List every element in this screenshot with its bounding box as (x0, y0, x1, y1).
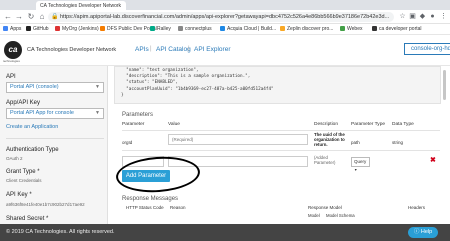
app-key-label: App/API Key (6, 100, 41, 106)
col-response-model: Response Model (308, 205, 342, 210)
apps-icon (3, 26, 8, 31)
sidebar-divider (6, 138, 104, 139)
lock-icon: 🔒 (51, 14, 59, 20)
address-bar: ← → ↻ ⌂ 🔒 https://apim.apiportal-lab.dis… (0, 10, 450, 24)
create-application-link[interactable]: Create an Application (6, 124, 58, 130)
model-tab[interactable]: Model (308, 213, 320, 218)
bookmark-ralley[interactable]: Ralley (150, 26, 171, 33)
footer: © 2019 CA Technologies. All rights reser… (0, 224, 450, 241)
grant-type-label: Grant Type * (6, 169, 40, 175)
auth-type-label: Authentication Type (6, 147, 59, 153)
help-icon: ⓘ (413, 229, 420, 235)
copyright-text: © 2019 CA Technologies. All rights reser… (6, 229, 115, 235)
remove-param-icon[interactable]: ✖ (430, 156, 436, 164)
app-key-select-value: Portal API App for console (10, 110, 74, 116)
table-divider (122, 130, 440, 131)
extension-icon[interactable]: ◆ (418, 12, 427, 22)
star-icon[interactable]: ☆ (398, 12, 407, 22)
param-type: path (351, 140, 360, 145)
col-value: Value (168, 122, 180, 127)
shared-secret-label: Shared Secret * (6, 216, 49, 222)
bookmark-connectplus[interactable]: connectplus (178, 26, 212, 33)
org-selector[interactable]: console-org-hdevage (404, 43, 450, 55)
ca-logo-subtitle: technologies (3, 59, 20, 63)
bookmark-ca-portal[interactable]: ca developer portal (372, 26, 422, 33)
zeplin-icon (280, 26, 285, 31)
col-data-type: Data Type (392, 122, 414, 127)
json-line: } (121, 92, 124, 98)
response-body: "name": "test organization", "descriptio… (114, 66, 441, 104)
added-param-description: (Added Parameter) (314, 155, 336, 165)
profile-icon[interactable]: ● (428, 12, 437, 22)
nav-apis[interactable]: APIs (135, 46, 149, 53)
bookmark-zeplin[interactable]: Zeplin discover pro... (280, 26, 333, 33)
webex-icon (340, 26, 345, 31)
api-key-value: a9f636f8e41fe40e1b7c902b27d17ae92 (6, 202, 85, 207)
parameters-title: Parameters (122, 112, 154, 118)
auth-type-value: OAuth 2 (6, 156, 23, 161)
bookmarks-bar: Apps GitHub MyOrg (Jenkins) DFS Public D… (0, 24, 450, 35)
browser-tab[interactable]: CA Technologies Developer Network (36, 1, 126, 10)
param-description: The uuid of the organization to return. (314, 132, 345, 147)
forward-icon[interactable]: → (14, 12, 24, 22)
param-type-select[interactable]: Query ▼ (351, 157, 370, 172)
menu-icon[interactable]: ⋮ (439, 12, 448, 22)
ralley-icon (150, 26, 155, 31)
col-description: Description (314, 122, 338, 127)
acquia-icon (220, 26, 225, 31)
home-icon[interactable]: ⌂ (37, 12, 47, 22)
scrollbar[interactable] (443, 70, 446, 100)
nav-api-catalog[interactable]: API Catalog (156, 46, 191, 53)
github-icon (26, 26, 31, 31)
api-key-label: API Key * (6, 192, 32, 198)
param-value-input[interactable] (168, 134, 308, 145)
bookmark-acquia[interactable]: Acquia Cloud | Build... (220, 26, 276, 33)
api-select-value: Portal API (console) (10, 84, 59, 90)
page-icon (178, 26, 183, 31)
sidebar: API Portal API (console) ▼ App/API Key P… (0, 66, 108, 241)
col-parameter: Parameter (122, 122, 145, 127)
ca-icon (372, 26, 377, 31)
back-icon[interactable]: ← (3, 12, 13, 22)
nav-api-explorer[interactable]: API Explorer (194, 46, 231, 53)
chevron-down-icon: ▼ (95, 84, 100, 90)
bookmark-github[interactable]: GitHub (26, 26, 49, 33)
api-label: API (6, 74, 16, 80)
url-text: https://apim.apiportal-lab.discoverfinan… (60, 14, 390, 20)
model-schema-tab[interactable]: Model Schema (326, 213, 355, 218)
bookmark-myorg[interactable]: MyOrg (Jenkins) (55, 26, 99, 33)
url-input[interactable]: 🔒 https://apim.apiportal-lab.discoverfin… (48, 12, 394, 22)
ca-logo[interactable]: ca (4, 41, 22, 59)
tab-strip: CA Technologies Developer Network (0, 0, 450, 10)
param-type-select-value: Query (354, 159, 367, 164)
col-headers: Headers (408, 205, 426, 210)
param-name: orgId (122, 140, 133, 145)
api-select[interactable]: Portal API (console) ▼ (6, 82, 104, 93)
nav-separator: | (188, 46, 190, 52)
col-reason: Reason (170, 205, 186, 210)
reload-icon[interactable]: ↻ (26, 12, 36, 22)
dfs-icon (100, 26, 105, 31)
extension-icon[interactable]: ▣ (408, 12, 417, 22)
param-data-type: string (392, 140, 404, 145)
chevron-down-icon: ▼ (354, 168, 358, 172)
help-button[interactable]: ⓘ Help (408, 227, 438, 238)
app-key-select[interactable]: Portal API App for console ▼ (6, 108, 104, 119)
help-button-label: Help (420, 229, 433, 235)
grant-type-value: Client Credentials (6, 178, 42, 183)
bookmark-apps[interactable]: Apps (3, 26, 21, 33)
api-explorer-main: "name": "test organization", "descriptio… (108, 66, 450, 241)
browser-window: CA Technologies Developer Network ← → ↻ … (0, 0, 450, 241)
chevron-down-icon: ▼ (95, 110, 100, 116)
jenkins-icon (55, 26, 60, 31)
portal-header: ca technologies CA Technologies Develope… (0, 36, 450, 66)
response-messages-title: Response Messages (122, 196, 179, 202)
table-divider (122, 150, 440, 151)
portal-title: CA Technologies Developer Network (27, 47, 117, 53)
nav-separator: | (150, 46, 152, 52)
bookmark-webex[interactable]: Webex (340, 26, 362, 33)
col-parameter-type: Parameter Type (351, 122, 386, 127)
bookmark-dfs[interactable]: DFS Public Dev Portal (100, 26, 157, 33)
col-http-status: HTTP Status Code (126, 205, 164, 210)
